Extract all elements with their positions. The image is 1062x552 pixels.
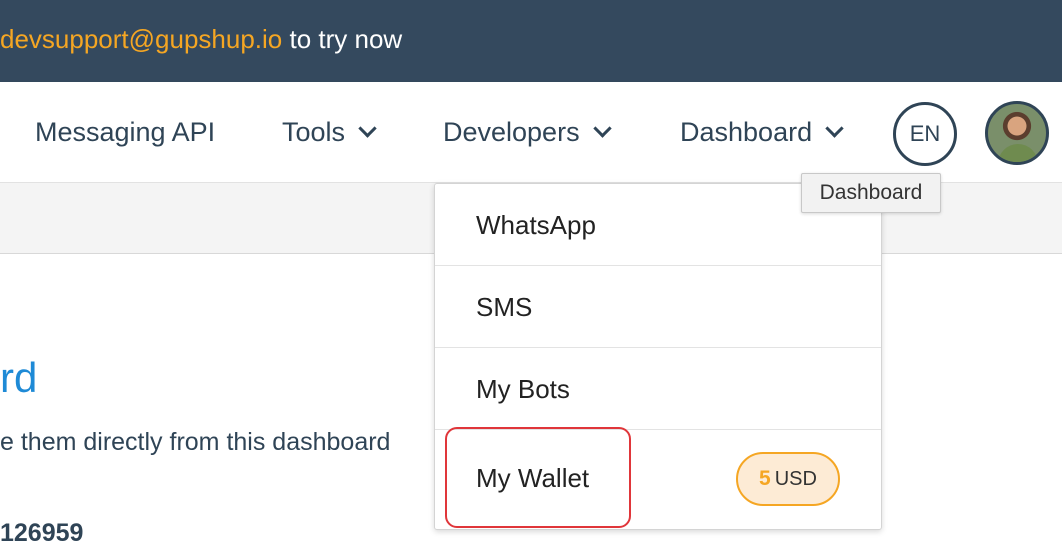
menu-item-label: My Bots bbox=[476, 374, 570, 404]
menu-item-label: WhatsApp bbox=[476, 210, 596, 240]
language-label: EN bbox=[909, 121, 941, 146]
wallet-amount: 5 bbox=[759, 467, 771, 490]
promo-banner: devsupport@gupshup.io to try now bbox=[0, 0, 1062, 82]
nav-developers-label: Developers bbox=[443, 117, 580, 147]
top-navbar: Messaging API Tools Developers Dashboard… bbox=[0, 82, 1062, 183]
wallet-currency: USD bbox=[774, 468, 817, 490]
nav-dashboard[interactable]: Dashboard bbox=[680, 82, 844, 182]
page-description: e them directly from this dashboard bbox=[0, 428, 391, 456]
dashboard-dropdown-menu: WhatsApp SMS My Bots My Wallet 5 USD bbox=[434, 183, 882, 530]
menu-item-sms[interactable]: SMS bbox=[435, 266, 881, 348]
language-selector[interactable]: EN bbox=[893, 102, 957, 166]
nav-tools[interactable]: Tools bbox=[282, 82, 377, 182]
account-id: 126959 bbox=[0, 519, 84, 547]
chevron-down-icon bbox=[825, 119, 844, 138]
avatar[interactable] bbox=[985, 101, 1049, 165]
nav-messaging-api[interactable]: Messaging API bbox=[35, 82, 215, 182]
dashboard-tooltip: Dashboard bbox=[801, 173, 941, 213]
nav-developers[interactable]: Developers bbox=[443, 82, 612, 182]
nav-dashboard-label: Dashboard bbox=[680, 117, 813, 147]
avatar-figure bbox=[998, 144, 1038, 162]
wallet-balance-badge: 5 USD bbox=[736, 452, 840, 506]
banner-text: to try now bbox=[282, 24, 403, 54]
chevron-down-icon bbox=[358, 119, 377, 138]
menu-item-label: SMS bbox=[476, 292, 533, 322]
chevron-down-icon bbox=[592, 119, 612, 138]
nav-messaging-api-label: Messaging API bbox=[35, 117, 216, 147]
page-title: rd bbox=[0, 354, 38, 401]
menu-item-my-wallet[interactable]: My Wallet 5 USD bbox=[435, 430, 881, 527]
menu-item-label: My Wallet bbox=[476, 463, 590, 493]
nav-tools-label: Tools bbox=[282, 117, 346, 147]
menu-item-my-bots[interactable]: My Bots bbox=[435, 348, 881, 430]
support-email-link[interactable]: devsupport@gupshup.io bbox=[0, 24, 282, 54]
